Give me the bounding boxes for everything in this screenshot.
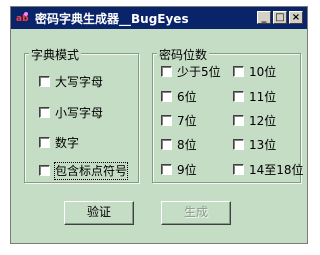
- checkbox-box[interactable]: [39, 107, 50, 118]
- minimize-button[interactable]: _: [257, 11, 271, 24]
- checkbox-box[interactable]: [161, 139, 172, 150]
- checkbox-box[interactable]: [233, 164, 244, 175]
- checkbox-label: 9位: [177, 163, 197, 177]
- checkbox-box[interactable]: [233, 115, 244, 126]
- checkbox-label: 8位: [177, 138, 197, 152]
- app-icon[interactable]: ab: [15, 11, 29, 25]
- checkbox-label: 数字: [55, 136, 80, 150]
- checkbox-label: 7位: [177, 114, 197, 128]
- checkbox-box[interactable]: [161, 91, 172, 102]
- checkbox-label: 12位: [249, 114, 277, 128]
- title-bar[interactable]: ab 密码字典生成器__BugEyes _ □ ×: [11, 7, 307, 29]
- checkbox-box[interactable]: [233, 91, 244, 102]
- password-length-title: 密码位数: [157, 46, 210, 63]
- checkbox-label: 小写字母: [55, 106, 104, 120]
- window-title: 密码字典生成器__BugEyes: [35, 12, 189, 26]
- dict-mode-group: 字典模式 大写字母 小写字母 数字 包含标点符号: [24, 46, 139, 183]
- checkbox-label: 少于5位: [177, 65, 221, 79]
- checkbox-label: 14至18位: [249, 163, 304, 177]
- checkbox-box[interactable]: [233, 139, 244, 150]
- verify-button[interactable]: 验证: [64, 201, 134, 225]
- checkbox-box[interactable]: [233, 66, 244, 77]
- checkbox-box[interactable]: [39, 137, 50, 148]
- checkbox-box[interactable]: [161, 164, 172, 175]
- dict-mode-title: 字典模式: [29, 46, 82, 63]
- checkbox-box[interactable]: [161, 115, 172, 126]
- app-window: ab 密码字典生成器__BugEyes _ □ × 字典模式 大写字母 小写字母…: [10, 6, 308, 244]
- password-length-group: 密码位数 少于5位 6位 7位 8位 9位 10位 11位 12位 13位 14…: [152, 46, 304, 183]
- generate-button[interactable]: 生成: [161, 201, 231, 225]
- checkbox-box[interactable]: [39, 76, 50, 87]
- maximize-button[interactable]: □: [273, 11, 287, 24]
- checkbox-label: 13位: [249, 138, 277, 152]
- checkbox-label: 11位: [249, 90, 277, 104]
- close-button[interactable]: ×: [289, 11, 303, 24]
- checkbox-label: 包含标点符号: [53, 162, 129, 180]
- checkbox-box[interactable]: [39, 165, 50, 176]
- checkbox-label: 10位: [249, 65, 277, 79]
- checkbox-label: 6位: [177, 90, 197, 104]
- checkbox-label: 大写字母: [55, 75, 104, 89]
- checkbox-box[interactable]: [161, 66, 172, 77]
